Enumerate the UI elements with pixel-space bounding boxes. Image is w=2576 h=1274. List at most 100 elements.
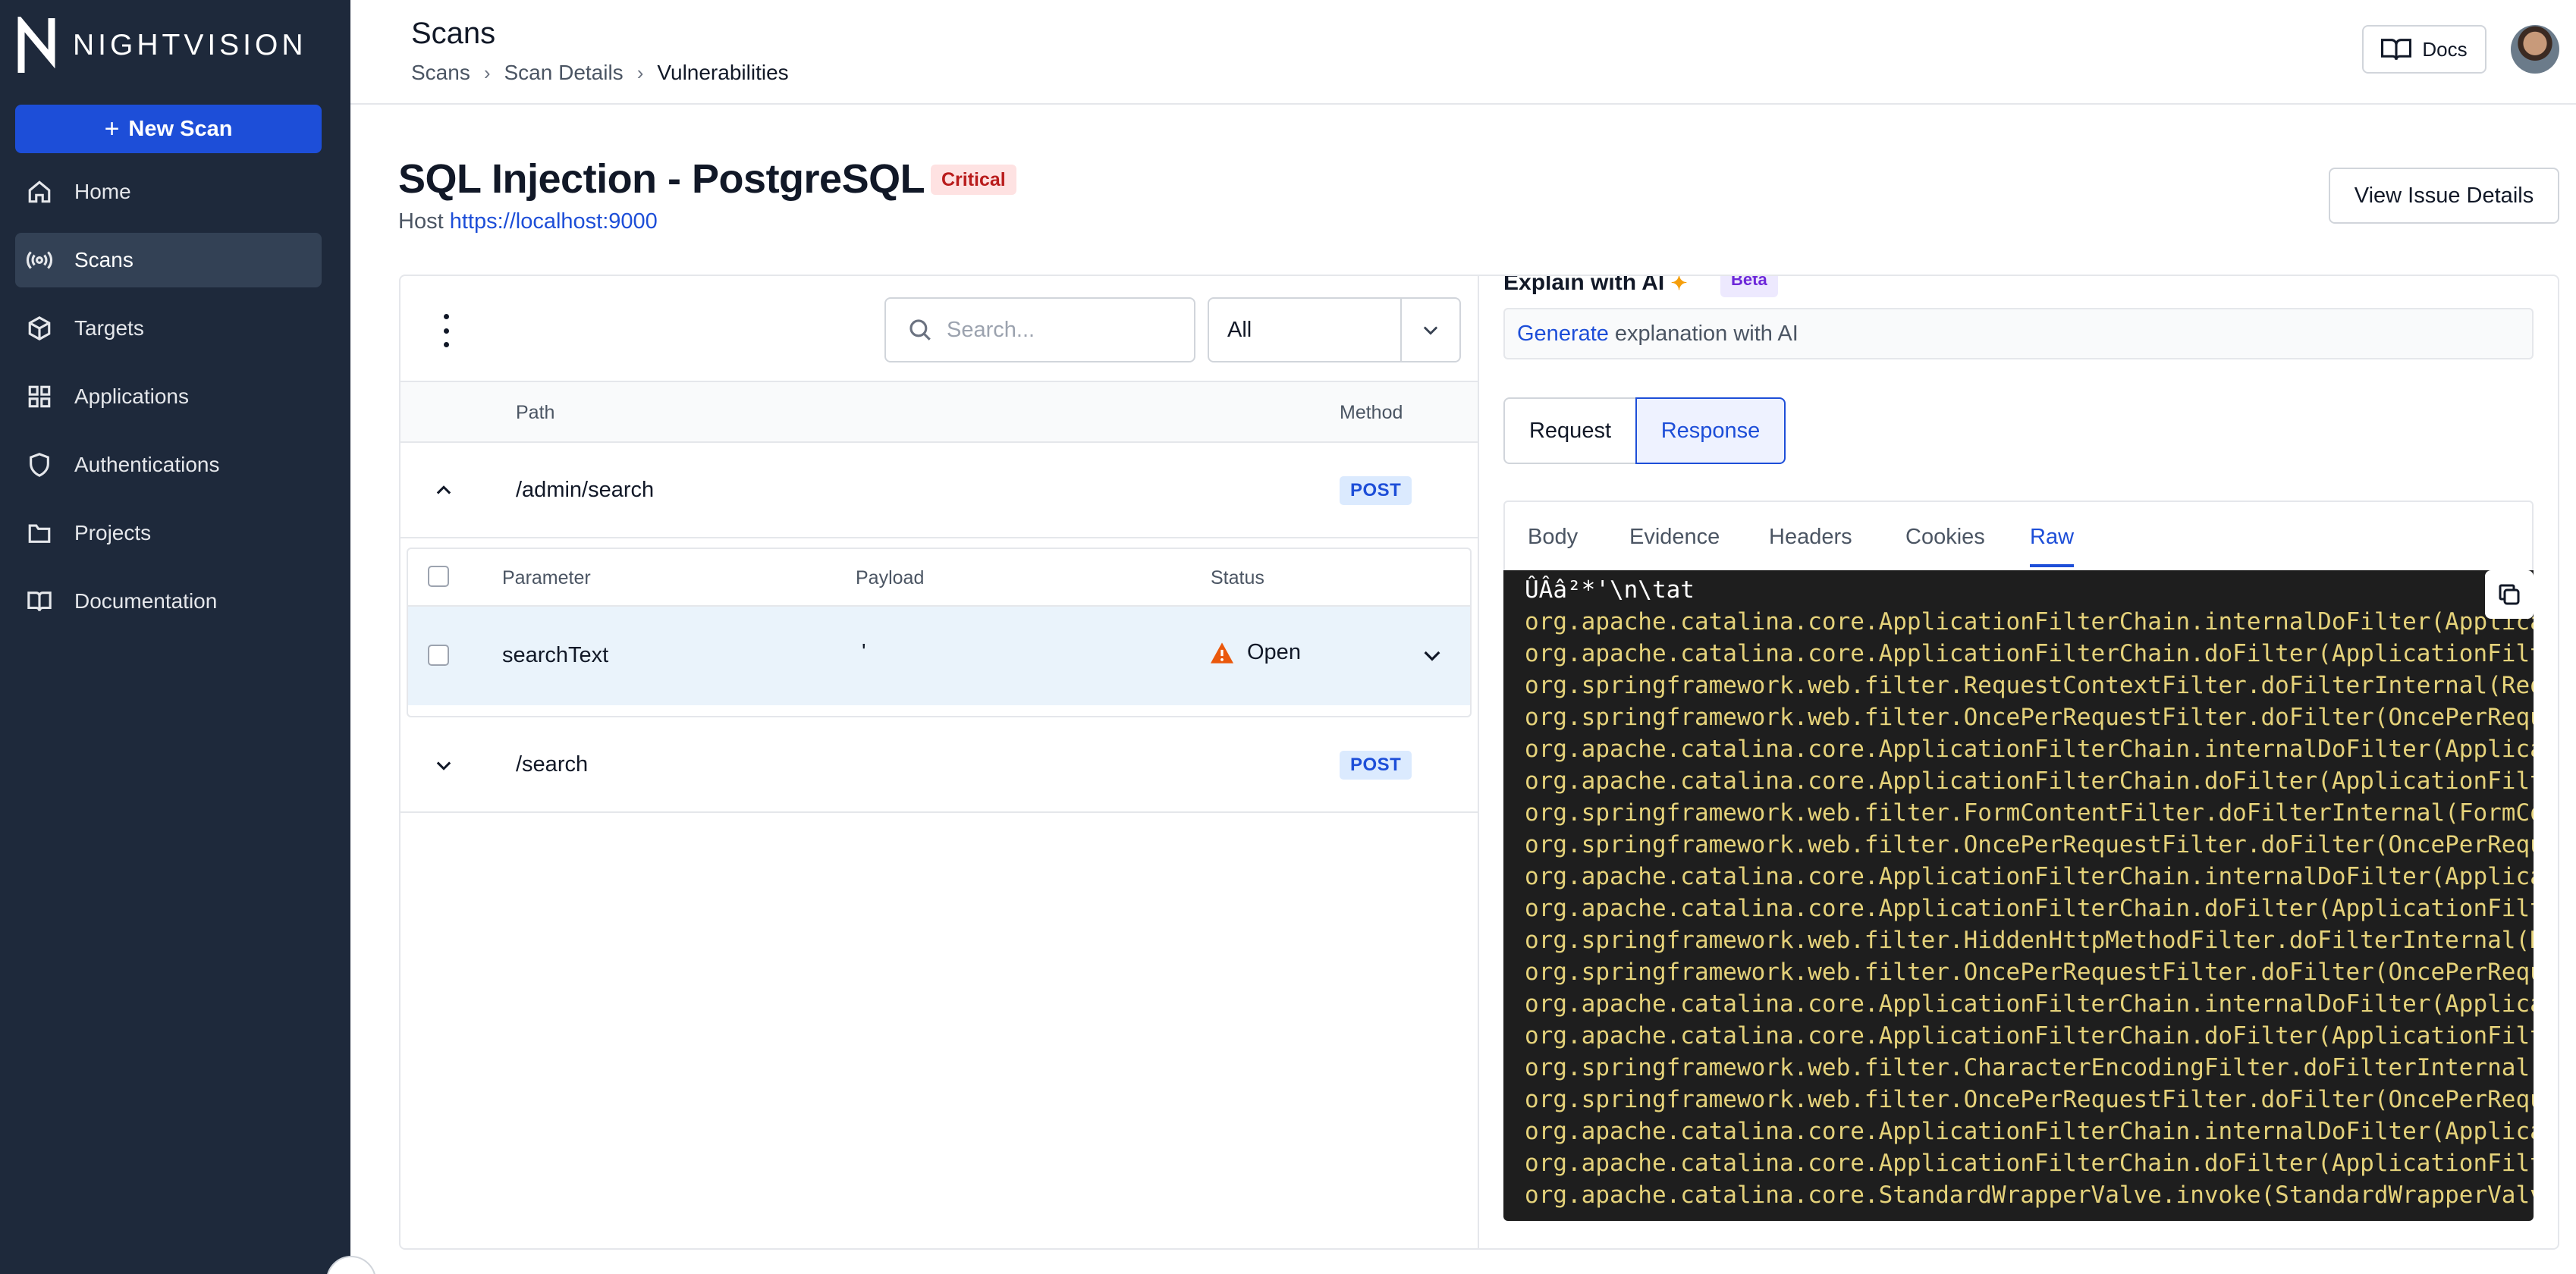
select-all-checkbox[interactable]: [428, 566, 449, 587]
brand-name: NIGHTVISION: [73, 29, 307, 61]
broadcast-icon: [24, 245, 55, 275]
code-line: org.springframework.web.filter.Character…: [1525, 1054, 2534, 1081]
code-line: org.springframework.web.filter.OncePerRe…: [1525, 959, 2534, 986]
method-badge: POST: [1340, 751, 1412, 780]
page-title: Scans: [411, 17, 496, 50]
sidebar-item-targets[interactable]: Targets: [15, 301, 322, 356]
code-line: org.springframework.web.filter.FormConte…: [1525, 799, 2534, 827]
chevron-up-icon[interactable]: [431, 478, 457, 504]
tab-body[interactable]: Body: [1528, 525, 1578, 550]
ai-explanation-bar: Generate explanation with AI: [1503, 308, 2534, 359]
plus-icon: +: [104, 114, 120, 143]
host-info: Host https://localhost:9000: [398, 209, 658, 234]
tab-headers[interactable]: Headers: [1769, 525, 1852, 550]
status-text: Open: [1247, 640, 1301, 664]
explain-ai-label: Explain with AI: [1503, 275, 1665, 295]
breadcrumb-scan-details[interactable]: Scan Details: [504, 61, 624, 85]
filter-select[interactable]: All: [1208, 297, 1461, 362]
payload-value: ': [862, 640, 866, 664]
chevron-down-icon[interactable]: [1420, 643, 1444, 673]
sidebar-item-label: Applications: [74, 384, 189, 408]
detail-panel: Explain with AI ✦ Beta Generate explanat…: [1479, 275, 2559, 1250]
sidebar-item-home[interactable]: Home: [15, 165, 322, 219]
parameter-row[interactable]: searchText ' Open: [408, 607, 1470, 705]
home-icon: [24, 177, 55, 207]
new-scan-button[interactable]: + New Scan: [15, 105, 322, 153]
sidebar-nav: Home Scans Targets Applications Authenti…: [15, 165, 322, 642]
search-input[interactable]: [947, 317, 1174, 343]
parameter-name: searchText: [502, 643, 609, 667]
chevron-down-icon[interactable]: [431, 752, 457, 778]
sidebar-item-scans[interactable]: Scans: [15, 233, 322, 287]
chevron-down-icon[interactable]: [1400, 299, 1459, 361]
table-row[interactable]: /search POST: [401, 717, 1478, 813]
column-header-parameter: Parameter: [502, 567, 591, 588]
code-line: org.springframework.web.filter.OncePerRe…: [1525, 831, 2534, 858]
user-avatar[interactable]: [2511, 25, 2559, 74]
breadcrumb: Scans › Scan Details › Vulnerabilities: [411, 61, 789, 85]
code-line: org.apache.catalina.core.ApplicationFilt…: [1525, 1022, 2534, 1050]
sidebar-item-label: Scans: [74, 248, 134, 271]
breadcrumb-vulnerabilities: Vulnerabilities: [657, 61, 789, 84]
column-header-payload: Payload: [856, 567, 925, 588]
generate-description: explanation with AI: [1614, 321, 1798, 346]
host-link[interactable]: https://localhost:9000: [450, 209, 658, 234]
more-options-icon[interactable]: [438, 314, 454, 347]
code-line: org.apache.catalina.core.ApplicationFilt…: [1525, 863, 2534, 890]
sidebar-item-documentation[interactable]: Documentation: [15, 574, 322, 629]
raw-response-viewer[interactable]: ÛÂâ²*'\n\tat org.apache.catalina.core.Ap…: [1503, 570, 2534, 1221]
copy-button[interactable]: [2485, 570, 2534, 619]
tab-evidence[interactable]: Evidence: [1629, 525, 1720, 550]
chevron-right-icon: ›: [636, 61, 644, 84]
code-line: org.apache.catalina.core.ApplicationFilt…: [1525, 1150, 2534, 1177]
search-box[interactable]: [884, 297, 1195, 362]
path-text: /admin/search: [516, 478, 655, 502]
response-tabs: Body Evidence Headers Cookies Raw: [1503, 500, 2534, 572]
column-header-path[interactable]: Path: [516, 402, 554, 424]
chevron-right-icon: ›: [483, 61, 491, 84]
sidebar-item-authentications[interactable]: Authentications: [15, 438, 322, 492]
filter-value: All: [1227, 317, 1252, 342]
docs-button[interactable]: Docs: [2362, 25, 2486, 74]
column-header-status: Status: [1211, 567, 1264, 588]
breadcrumb-scans[interactable]: Scans: [411, 61, 470, 85]
sidebar-item-projects[interactable]: Projects: [15, 506, 322, 560]
parameter-table: Parameter Payload Status searchText ' Op…: [407, 548, 1472, 717]
code-line: org.apache.catalina.core.ApplicationFilt…: [1525, 895, 2534, 922]
sparkle-icon: ✦: [1670, 275, 1688, 294]
view-issue-details-button[interactable]: View Issue Details: [2329, 168, 2559, 224]
book-open-icon: [2381, 39, 2412, 61]
sidebar-item-label: Targets: [74, 316, 144, 340]
grid-icon: [24, 381, 55, 412]
code-line: org.apache.catalina.core.StandardWrapper…: [1525, 1181, 2534, 1209]
sidebar-item-label: Home: [74, 180, 131, 203]
severity-badge: Critical: [931, 165, 1016, 195]
tab-cookies[interactable]: Cookies: [1905, 525, 1985, 550]
sidebar-item-applications[interactable]: Applications: [15, 369, 322, 424]
code-line: org.springframework.web.filter.RequestCo…: [1525, 672, 2534, 699]
request-toggle[interactable]: Request: [1503, 397, 1637, 464]
column-header-method[interactable]: Method: [1340, 402, 1403, 424]
book-icon: [24, 586, 55, 617]
host-label: Host: [398, 209, 444, 234]
sidebar-item-label: Documentation: [74, 589, 218, 613]
code-line: ÛÂâ²*'\n\tat: [1525, 576, 1695, 604]
tab-raw[interactable]: Raw: [2030, 525, 2075, 567]
folder-icon: [24, 518, 55, 548]
code-line: org.springframework.web.filter.OncePerRe…: [1525, 704, 2534, 731]
method-badge: POST: [1340, 476, 1412, 505]
table-row[interactable]: /admin/search POST: [401, 443, 1478, 538]
generate-link[interactable]: Generate: [1517, 322, 1609, 347]
sidebar-item-label: Projects: [74, 521, 152, 544]
sidebar-item-label: Authentications: [74, 453, 220, 476]
table-header: Path Method: [401, 381, 1478, 443]
path-text: /search: [516, 752, 589, 777]
new-scan-label: New Scan: [128, 116, 233, 141]
docs-label: Docs: [2422, 37, 2468, 61]
brand-logo[interactable]: NIGHTVISION: [17, 17, 307, 74]
code-line: org.apache.catalina.core.ApplicationFilt…: [1525, 608, 2534, 635]
response-toggle[interactable]: Response: [1635, 397, 1786, 464]
code-line: org.apache.catalina.core.ApplicationFilt…: [1525, 736, 2534, 763]
row-checkbox[interactable]: [428, 645, 449, 666]
issue-title: SQL Injection - PostgreSQL: [398, 156, 925, 202]
